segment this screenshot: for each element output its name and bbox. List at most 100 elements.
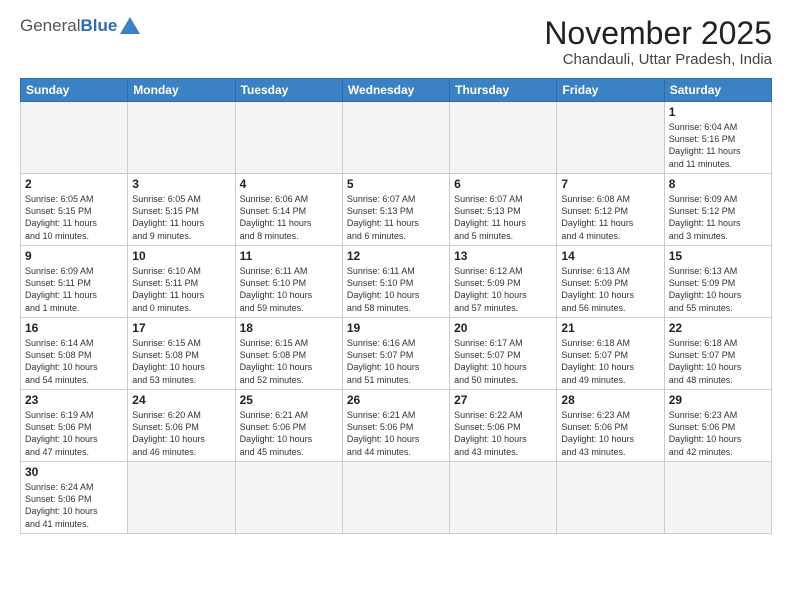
day-number: 8 [669, 177, 767, 191]
day-number: 25 [240, 393, 338, 407]
logo: General Blue [20, 16, 140, 36]
calendar-subtitle: Chandauli, Uttar Pradesh, India [544, 51, 772, 68]
day-info: Sunrise: 6:18 AM Sunset: 5:07 PM Dayligh… [669, 337, 767, 386]
day-info: Sunrise: 6:13 AM Sunset: 5:09 PM Dayligh… [669, 265, 767, 314]
day-number: 5 [347, 177, 445, 191]
table-row [450, 462, 557, 534]
table-row: 19Sunrise: 6:16 AM Sunset: 5:07 PM Dayli… [342, 318, 449, 390]
calendar-row: 16 Sunrise: 6:14 AM Sunset: 5:08 PM Dayli… [21, 318, 772, 390]
day-info: Sunrise: 6:24 AM Sunset: 5:06 PM Dayligh… [25, 481, 123, 530]
header-wednesday: Wednesday [342, 79, 449, 102]
table-row: 21Sunrise: 6:18 AM Sunset: 5:07 PM Dayli… [557, 318, 664, 390]
day-number: 2 [25, 177, 123, 191]
day-info: Sunrise: 6:15 AM Sunset: 5:08 PM Dayligh… [240, 337, 338, 386]
header-monday: Monday [128, 79, 235, 102]
page: General Blue November 2025 Chandauli, Ut… [0, 0, 792, 612]
day-info: Sunrise: 6:22 AM Sunset: 5:06 PM Dayligh… [454, 409, 552, 458]
table-row [21, 102, 128, 174]
day-number: 24 [132, 393, 230, 407]
table-row [557, 462, 664, 534]
table-row: 15 Sunrise: 6:13 AM Sunset: 5:09 PM Dayli… [664, 246, 771, 318]
header: General Blue November 2025 Chandauli, Ut… [20, 16, 772, 68]
table-row: 5 Sunrise: 6:07 AM Sunset: 5:13 PM Daylig… [342, 174, 449, 246]
table-row: 22 Sunrise: 6:18 AM Sunset: 5:07 PM Dayli… [664, 318, 771, 390]
calendar-row: 30 Sunrise: 6:24 AM Sunset: 5:06 PM Dayli… [21, 462, 772, 534]
day-info: Sunrise: 6:05 AM Sunset: 5:15 PM Dayligh… [132, 193, 230, 242]
table-row: 9 Sunrise: 6:09 AM Sunset: 5:11 PM Daylig… [21, 246, 128, 318]
day-number: 15 [669, 249, 767, 263]
day-number: 12 [347, 249, 445, 263]
day-info: Sunrise: 6:07 AM Sunset: 5:13 PM Dayligh… [454, 193, 552, 242]
day-info: Sunrise: 6:10 AM Sunset: 5:11 PM Dayligh… [132, 265, 230, 314]
day-info: Sunrise: 6:07 AM Sunset: 5:13 PM Dayligh… [347, 193, 445, 242]
logo-text: General Blue [20, 16, 140, 36]
table-row: 26Sunrise: 6:21 AM Sunset: 5:06 PM Dayli… [342, 390, 449, 462]
table-row: 6 Sunrise: 6:07 AM Sunset: 5:13 PM Daylig… [450, 174, 557, 246]
header-saturday: Saturday [664, 79, 771, 102]
calendar-table: Sunday Monday Tuesday Wednesday Thursday… [20, 78, 772, 534]
table-row: 18Sunrise: 6:15 AM Sunset: 5:08 PM Dayli… [235, 318, 342, 390]
table-row: 3 Sunrise: 6:05 AM Sunset: 5:15 PM Daylig… [128, 174, 235, 246]
day-number: 21 [561, 321, 659, 335]
logo-blue: Blue [80, 16, 117, 36]
table-row [557, 102, 664, 174]
day-info: Sunrise: 6:04 AM Sunset: 5:16 PM Dayligh… [669, 121, 767, 170]
day-info: Sunrise: 6:23 AM Sunset: 5:06 PM Dayligh… [669, 409, 767, 458]
header-friday: Friday [557, 79, 664, 102]
day-info: Sunrise: 6:13 AM Sunset: 5:09 PM Dayligh… [561, 265, 659, 314]
table-row [450, 102, 557, 174]
day-number: 7 [561, 177, 659, 191]
day-number: 16 [25, 321, 123, 335]
header-tuesday: Tuesday [235, 79, 342, 102]
table-row: 25Sunrise: 6:21 AM Sunset: 5:06 PM Dayli… [235, 390, 342, 462]
day-number: 20 [454, 321, 552, 335]
title-block: November 2025 Chandauli, Uttar Pradesh, … [544, 16, 772, 68]
calendar-row: 2 Sunrise: 6:05 AM Sunset: 5:15 PM Daylig… [21, 174, 772, 246]
day-number: 28 [561, 393, 659, 407]
day-number: 30 [25, 465, 123, 479]
logo-triangle-icon [120, 17, 140, 34]
logo-general: General [20, 16, 80, 36]
table-row [128, 102, 235, 174]
day-number: 4 [240, 177, 338, 191]
table-row: 30 Sunrise: 6:24 AM Sunset: 5:06 PM Dayli… [21, 462, 128, 534]
day-info: Sunrise: 6:21 AM Sunset: 5:06 PM Dayligh… [347, 409, 445, 458]
calendar-title: November 2025 [544, 16, 772, 51]
day-number: 27 [454, 393, 552, 407]
day-info: Sunrise: 6:06 AM Sunset: 5:14 PM Dayligh… [240, 193, 338, 242]
day-number: 6 [454, 177, 552, 191]
calendar-row: 1 Sunrise: 6:04 AM Sunset: 5:16 PM Daylig… [21, 102, 772, 174]
day-number: 14 [561, 249, 659, 263]
day-info: Sunrise: 6:23 AM Sunset: 5:06 PM Dayligh… [561, 409, 659, 458]
table-row: 16 Sunrise: 6:14 AM Sunset: 5:08 PM Dayli… [21, 318, 128, 390]
day-info: Sunrise: 6:20 AM Sunset: 5:06 PM Dayligh… [132, 409, 230, 458]
table-row: 10 Sunrise: 6:10 AM Sunset: 5:11 PM Dayli… [128, 246, 235, 318]
day-number: 1 [669, 105, 767, 119]
table-row: 17Sunrise: 6:15 AM Sunset: 5:08 PM Dayli… [128, 318, 235, 390]
table-row [235, 462, 342, 534]
table-row: 20Sunrise: 6:17 AM Sunset: 5:07 PM Dayli… [450, 318, 557, 390]
day-info: Sunrise: 6:12 AM Sunset: 5:09 PM Dayligh… [454, 265, 552, 314]
day-number: 11 [240, 249, 338, 263]
day-info: Sunrise: 6:11 AM Sunset: 5:10 PM Dayligh… [240, 265, 338, 314]
day-info: Sunrise: 6:14 AM Sunset: 5:08 PM Dayligh… [25, 337, 123, 386]
header-thursday: Thursday [450, 79, 557, 102]
table-row: 13 Sunrise: 6:12 AM Sunset: 5:09 PM Dayli… [450, 246, 557, 318]
table-row: 29Sunrise: 6:23 AM Sunset: 5:06 PM Dayli… [664, 390, 771, 462]
table-row [342, 102, 449, 174]
day-info: Sunrise: 6:05 AM Sunset: 5:15 PM Dayligh… [25, 193, 123, 242]
table-row: 23Sunrise: 6:19 AM Sunset: 5:06 PM Dayli… [21, 390, 128, 462]
table-row: 4 Sunrise: 6:06 AM Sunset: 5:14 PM Daylig… [235, 174, 342, 246]
day-number: 9 [25, 249, 123, 263]
day-number: 22 [669, 321, 767, 335]
header-sunday: Sunday [21, 79, 128, 102]
table-row: 8Sunrise: 6:09 AM Sunset: 5:12 PM Daylig… [664, 174, 771, 246]
day-number: 13 [454, 249, 552, 263]
day-number: 3 [132, 177, 230, 191]
day-number: 10 [132, 249, 230, 263]
calendar-row: 9 Sunrise: 6:09 AM Sunset: 5:11 PM Daylig… [21, 246, 772, 318]
table-row: 27 Sunrise: 6:22 AM Sunset: 5:06 PM Dayli… [450, 390, 557, 462]
day-info: Sunrise: 6:09 AM Sunset: 5:11 PM Dayligh… [25, 265, 123, 314]
table-row: 24 Sunrise: 6:20 AM Sunset: 5:06 PM Dayli… [128, 390, 235, 462]
day-info: Sunrise: 6:15 AM Sunset: 5:08 PM Dayligh… [132, 337, 230, 386]
